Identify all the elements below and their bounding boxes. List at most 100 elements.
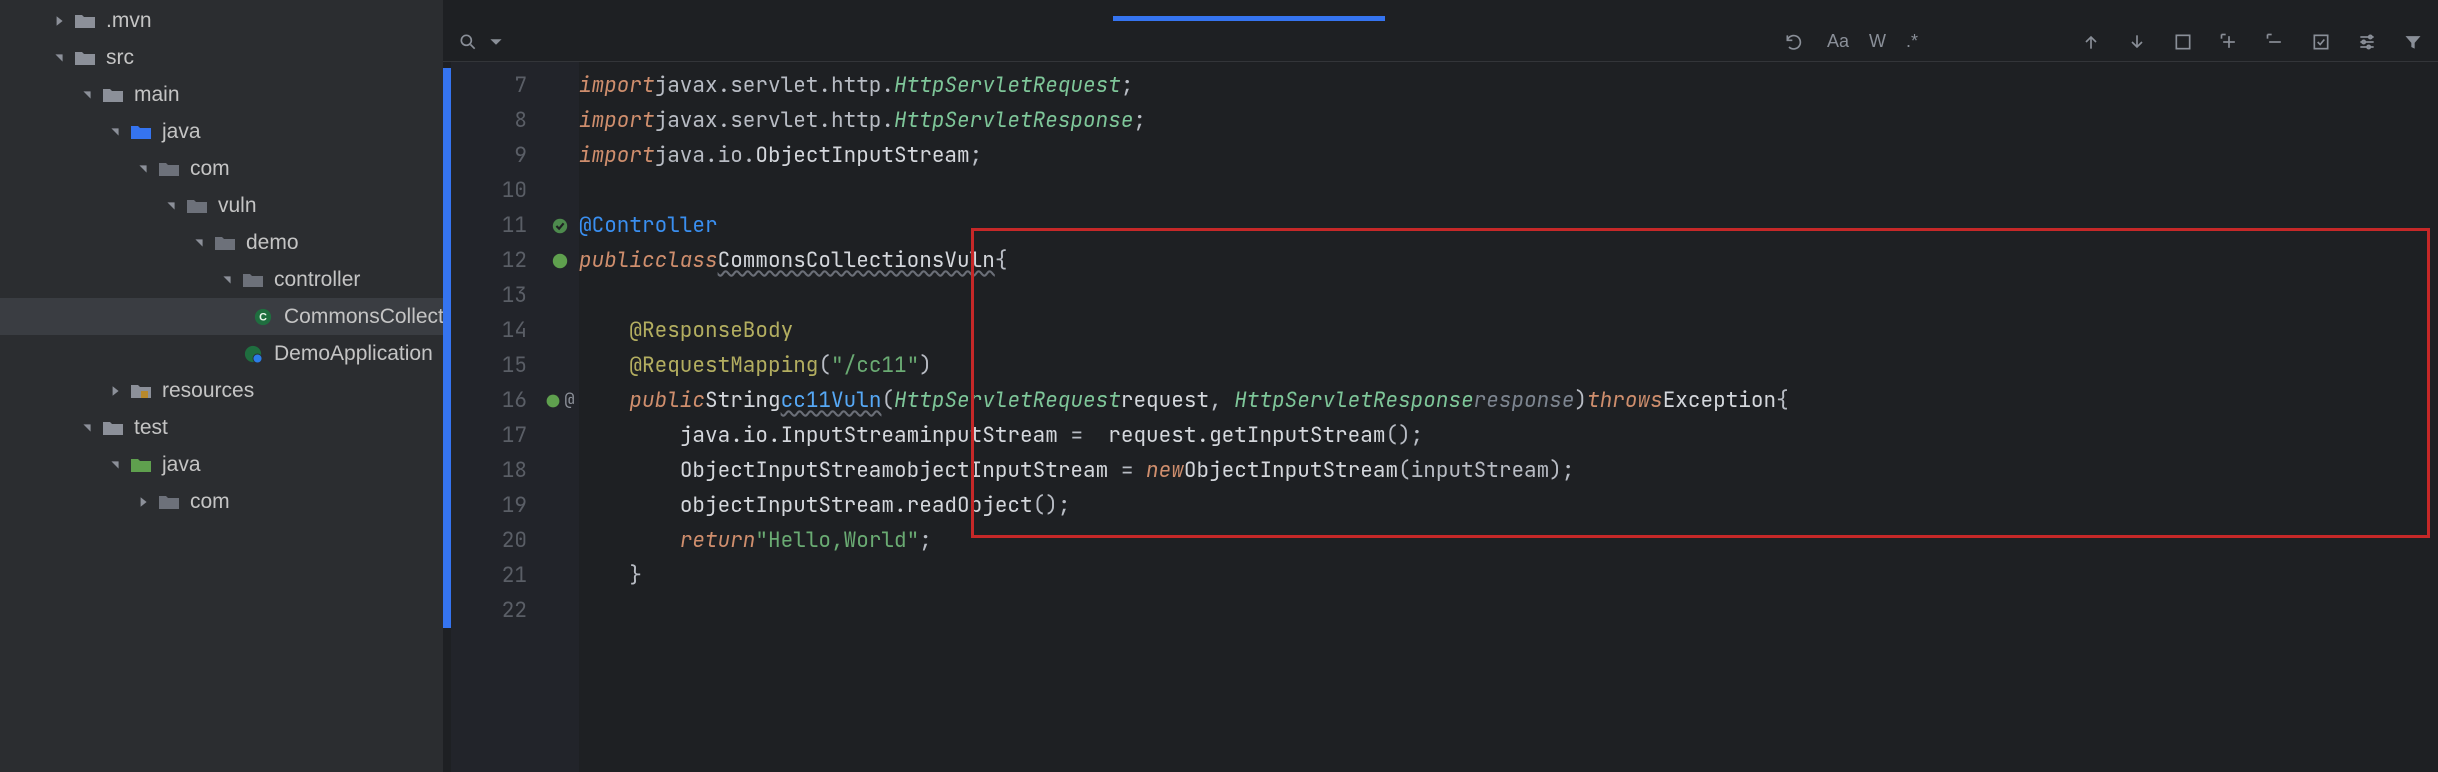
line-number: 22 — [451, 593, 527, 628]
gutter-mark: @ — [541, 383, 579, 418]
folder-icon — [102, 419, 124, 437]
find-toolbar: Aa W .* — [443, 22, 2438, 62]
prev-match-icon[interactable] — [2078, 29, 2104, 55]
editor-area: Aa W .* — [443, 0, 2438, 772]
line-number: 13 — [451, 278, 527, 313]
code-line[interactable]: } — [579, 558, 2438, 593]
search-icon[interactable] — [455, 29, 481, 55]
code-line[interactable]: @RequestMapping("/cc11") — [579, 348, 2438, 383]
twisty-icon[interactable] — [78, 89, 96, 101]
tree-item-test[interactable]: test — [0, 409, 443, 446]
twisty-icon[interactable] — [106, 459, 124, 471]
match-case-toggle[interactable]: Aa — [1827, 31, 1849, 52]
tree-item-src[interactable]: src — [0, 39, 443, 76]
code-line[interactable]: ObjectInputStream objectInputStream = ne… — [579, 453, 2438, 488]
add-cursor-icon[interactable] — [2216, 29, 2242, 55]
tree-item-label: src — [106, 46, 134, 70]
line-number: 11 — [451, 208, 527, 243]
folder-blue-icon — [130, 123, 152, 141]
twisty-icon[interactable] — [134, 496, 152, 508]
tree-item-label: resources — [162, 379, 254, 403]
tree-item-label: com — [190, 157, 230, 181]
code-line[interactable]: @ResponseBody — [579, 313, 2438, 348]
folder-gray-icon — [214, 234, 236, 252]
line-gutter: 78910111213141516171819202122 — [451, 62, 541, 772]
line-number: 18 — [451, 453, 527, 488]
line-number: 10 — [451, 173, 527, 208]
svg-text:C: C — [259, 311, 267, 323]
twisty-icon[interactable] — [106, 126, 124, 138]
line-number: 7 — [451, 68, 527, 103]
tree-item-label: java — [162, 120, 201, 144]
tree-item-com[interactable]: com — [0, 150, 443, 187]
gutter-mark — [541, 68, 579, 103]
tree-item-java[interactable]: java — [0, 113, 443, 150]
tree-item-demoapplication[interactable]: DemoApplication — [0, 335, 443, 372]
twisty-icon[interactable] — [190, 237, 208, 249]
gutter-mark — [541, 243, 579, 278]
line-number: 17 — [451, 418, 527, 453]
folder-icon — [74, 49, 96, 67]
twisty-icon[interactable] — [106, 385, 124, 397]
revert-icon[interactable] — [1781, 29, 1807, 55]
tree-item-controller[interactable]: controller — [0, 261, 443, 298]
line-number: 12 — [451, 243, 527, 278]
gutter-mark — [541, 348, 579, 383]
twisty-icon[interactable] — [162, 200, 180, 212]
tree-item-resources[interactable]: resources — [0, 372, 443, 409]
folder-green-icon — [130, 456, 152, 474]
settings-icon[interactable] — [2354, 29, 2380, 55]
code-line[interactable]: objectInputStream.readObject(); — [579, 488, 2438, 523]
filter-icon[interactable] — [2400, 29, 2426, 55]
folder-gray-icon — [158, 493, 180, 511]
folder-icon — [102, 86, 124, 104]
tree-item-demo[interactable]: demo — [0, 224, 443, 261]
tree-item-.mvn[interactable]: .mvn — [0, 2, 443, 39]
gutter-mark — [541, 593, 579, 628]
code-line[interactable]: java.io.InputStream inputStream = reques… — [579, 418, 2438, 453]
gutter-mark — [541, 138, 579, 173]
twisty-icon[interactable] — [50, 15, 68, 27]
twisty-icon[interactable] — [50, 52, 68, 64]
code-line[interactable]: public String cc11Vuln(HttpServletReques… — [579, 383, 2438, 418]
class-icon: C — [252, 308, 274, 326]
words-toggle[interactable]: W — [1869, 31, 1886, 52]
code-lines[interactable]: import javax.servlet.http.HttpServletReq… — [579, 62, 2438, 772]
gutter-mark — [541, 523, 579, 558]
code-line[interactable]: import java.io.ObjectInputStream; — [579, 138, 2438, 173]
replace-icon[interactable] — [2308, 29, 2334, 55]
tree-item-vuln[interactable]: vuln — [0, 187, 443, 224]
code-line[interactable]: return "Hello,World"; — [579, 523, 2438, 558]
tree-item-main[interactable]: main — [0, 76, 443, 113]
tree-item-label: java — [162, 453, 201, 477]
code-line[interactable]: public class CommonsCollectionsVuln { — [579, 243, 2438, 278]
code-line[interactable] — [579, 593, 2438, 628]
twisty-icon[interactable] — [134, 163, 152, 175]
code-line[interactable]: import javax.servlet.http.HttpServletReq… — [579, 68, 2438, 103]
line-number: 14 — [451, 313, 527, 348]
remove-cursor-icon[interactable] — [2262, 29, 2288, 55]
code-line[interactable] — [579, 278, 2438, 313]
tree-item-label: main — [134, 83, 180, 107]
code-pane[interactable]: 78910111213141516171819202122 @ import j… — [443, 62, 2438, 772]
next-match-icon[interactable] — [2124, 29, 2150, 55]
code-line[interactable]: import javax.servlet.http.HttpServletRes… — [579, 103, 2438, 138]
regex-toggle[interactable]: .* — [1906, 31, 1918, 52]
twisty-icon[interactable] — [78, 422, 96, 434]
tree-item-com[interactable]: com — [0, 483, 443, 520]
gutter-mark — [541, 558, 579, 593]
tree-item-label: vuln — [218, 194, 257, 218]
tree-item-label: .mvn — [106, 9, 152, 33]
line-number: 15 — [451, 348, 527, 383]
tab-strip — [443, 0, 2438, 22]
code-line[interactable]: @Controller — [579, 208, 2438, 243]
tree-item-commonscollectionsvuln[interactable]: CCommonsCollectionsVuln — [0, 298, 443, 335]
search-dropdown-icon[interactable] — [489, 29, 503, 55]
tree-item-java[interactable]: java — [0, 446, 443, 483]
tree-item-label: test — [134, 416, 168, 440]
code-line[interactable] — [579, 173, 2438, 208]
tree-item-label: demo — [246, 231, 299, 255]
folder-icon — [74, 12, 96, 30]
twisty-icon[interactable] — [218, 274, 236, 286]
select-all-icon[interactable] — [2170, 29, 2196, 55]
